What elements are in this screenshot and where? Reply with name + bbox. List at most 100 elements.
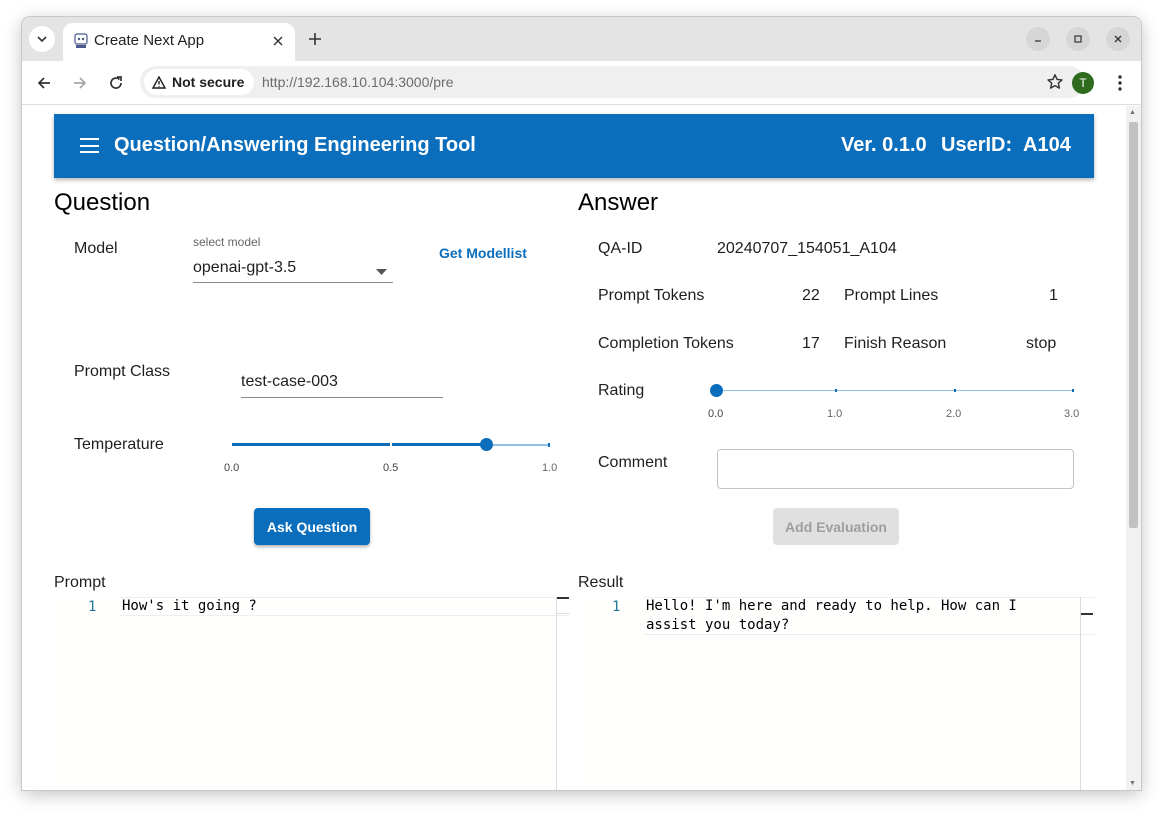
close-icon xyxy=(273,36,283,46)
rating-label: Rating xyxy=(598,382,645,399)
user-id-value: A104 xyxy=(1023,134,1071,156)
prompt-lines-label: Prompt Lines xyxy=(844,287,939,304)
menu-icon[interactable] xyxy=(80,138,99,153)
star-icon xyxy=(1047,74,1063,89)
prompt-class-label: Prompt Class xyxy=(74,363,171,380)
result-code-line-2: assist you today? xyxy=(646,617,790,633)
rating-tick-1: 1.0 xyxy=(827,408,843,420)
result-line-number: 1 xyxy=(612,599,621,615)
prompt-tokens-label: Prompt Tokens xyxy=(598,287,705,304)
more-vert-icon xyxy=(1118,75,1122,91)
model-select-value: openai-gpt-3.5 xyxy=(193,259,297,276)
arrow-left-icon xyxy=(37,77,50,89)
comment-label: Comment xyxy=(598,454,668,471)
temperature-mark-end xyxy=(548,443,550,447)
rating-slider-thumb[interactable] xyxy=(710,384,723,397)
close-icon xyxy=(1114,35,1122,43)
model-select-label: select model xyxy=(193,235,261,249)
rating-tick-3: 3.0 xyxy=(1064,408,1080,420)
temperature-slider[interactable] xyxy=(232,434,550,454)
site-info-chip[interactable]: Not secure xyxy=(144,69,255,95)
prompt-line-number: 1 xyxy=(88,599,97,615)
url-host: http://192.168.10.104 xyxy=(262,74,395,90)
back-button[interactable] xyxy=(33,72,55,94)
page-viewport: Question/Answering Engineering Tool Ver.… xyxy=(22,106,1141,790)
answer-heading: Answer xyxy=(578,189,659,216)
get-modellist-button[interactable]: Get Modellist xyxy=(439,245,527,261)
new-tab-button[interactable] xyxy=(304,28,326,50)
minimize-icon xyxy=(1035,40,1041,42)
browser-window: Create Next App Not secure http://192.16… xyxy=(22,17,1141,790)
model-select-underline xyxy=(193,282,393,283)
prompt-class-input[interactable]: test-case-003 xyxy=(241,361,443,398)
finish-reason-label: Finish Reason xyxy=(844,335,947,352)
app-header: Question/Answering Engineering Tool Ver.… xyxy=(54,114,1094,178)
temperature-slider-track xyxy=(232,443,486,446)
result-overview-ruler xyxy=(1080,597,1095,790)
qa-id-value: 20240707_154051_A104 xyxy=(717,240,897,257)
finish-reason-value: stop xyxy=(1026,335,1057,352)
completion-tokens-label: Completion Tokens xyxy=(598,335,734,352)
model-label: Model xyxy=(74,240,118,257)
tab-title: Create Next App xyxy=(94,32,205,49)
minimize-button[interactable] xyxy=(1026,27,1050,51)
arrow-right-icon xyxy=(74,77,87,89)
scrollbar-thumb[interactable] xyxy=(1129,122,1138,528)
chevron-down-icon xyxy=(37,36,47,43)
close-window-button[interactable] xyxy=(1106,27,1130,51)
prompt-overview-ruler xyxy=(556,597,570,614)
tab-strip: Create Next App xyxy=(22,17,1141,61)
rating-mark-1 xyxy=(835,389,837,392)
result-code-line-1: Hello! I'm here and ready to help. How c… xyxy=(646,598,1017,614)
rating-mark-2 xyxy=(954,389,956,392)
model-select[interactable]: select model openai-gpt-3.5 xyxy=(193,227,393,283)
app-favicon-icon xyxy=(74,33,88,48)
result-ruler-cursor xyxy=(1081,613,1093,615)
result-label: Result xyxy=(578,574,624,591)
prompt-class-value: test-case-003 xyxy=(241,373,338,390)
tab-close-button[interactable] xyxy=(269,32,287,50)
profile-avatar[interactable]: T xyxy=(1072,72,1094,94)
prompt-class-underline xyxy=(241,397,443,398)
reload-icon xyxy=(110,76,122,89)
browser-tab[interactable]: Create Next App xyxy=(63,23,295,61)
scroll-down-icon[interactable]: ▼ xyxy=(1129,780,1136,787)
question-heading: Question xyxy=(54,189,151,216)
reload-button[interactable] xyxy=(105,72,127,94)
temperature-slider-thumb[interactable] xyxy=(480,438,493,451)
prompt-editor[interactable]: 1 How's it going ? xyxy=(54,597,570,790)
bookmark-button[interactable] xyxy=(1045,72,1065,92)
dropdown-arrow-icon xyxy=(376,269,387,275)
plus-icon xyxy=(309,33,321,45)
tab-search-button[interactable] xyxy=(29,26,55,52)
app-title: Question/Answering Engineering Tool xyxy=(114,134,476,156)
rating-slider-rail xyxy=(716,390,1074,391)
completion-tokens-value: 17 xyxy=(802,335,820,352)
app-version: Ver. 0.1.0 xyxy=(841,134,927,156)
page-scrollbar[interactable]: ▲ ▼ xyxy=(1126,106,1141,790)
maximize-button[interactable] xyxy=(1066,27,1090,51)
address-bar[interactable]: Not secure http://192.168.10.104:3000/pr… xyxy=(140,66,1085,98)
forward-button[interactable] xyxy=(69,72,91,94)
browser-toolbar: Not secure http://192.168.10.104:3000/pr… xyxy=(22,61,1141,105)
prompt-label: Prompt xyxy=(54,574,106,591)
ask-question-button[interactable]: Ask Question xyxy=(254,508,370,545)
url-path: :3000/pre xyxy=(394,74,454,90)
browser-menu-button[interactable] xyxy=(1110,72,1130,94)
temperature-tick-2: 1.0 xyxy=(542,462,558,474)
rating-mark-3 xyxy=(1072,389,1074,392)
temperature-tick-0: 0.0 xyxy=(224,462,240,474)
prompt-tokens-value: 22 xyxy=(802,287,820,304)
maximize-icon xyxy=(1074,35,1082,43)
warning-icon xyxy=(152,75,166,89)
prompt-ruler-cursor xyxy=(557,597,569,599)
add-evaluation-button[interactable]: Add Evaluation xyxy=(773,508,899,545)
result-editor[interactable]: 1 Hello! I'm here and ready to help. How… xyxy=(578,597,1095,790)
rating-slider[interactable] xyxy=(710,380,1074,400)
prompt-lines-value: 1 xyxy=(1049,287,1058,304)
rating-tick-2: 2.0 xyxy=(946,408,962,420)
scroll-up-icon[interactable]: ▲ xyxy=(1129,109,1136,116)
comment-input[interactable] xyxy=(717,449,1074,489)
temperature-mark-mid xyxy=(390,443,392,447)
security-label: Not secure xyxy=(172,74,245,90)
